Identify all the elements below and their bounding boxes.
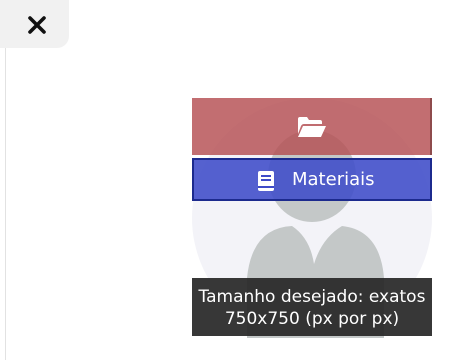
tooltip-line-2: 750x750 (px por px) — [224, 309, 400, 329]
close-icon — [28, 16, 46, 34]
divider — [5, 48, 6, 360]
close-button[interactable] — [0, 0, 69, 48]
tooltip-line-1: Tamanho desejado: exatos — [198, 287, 426, 307]
upload-photo-button[interactable] — [192, 98, 432, 155]
folder-open-icon — [298, 117, 326, 137]
book-icon — [258, 171, 274, 191]
photo-upload-dialog: Materiais Tamanho desejado: exatos 750x7… — [0, 0, 464, 360]
materials-button[interactable]: Materiais — [192, 158, 432, 201]
materials-button-label: Materiais — [292, 169, 375, 190]
size-requirement-tooltip: Tamanho desejado: exatos 750x750 (px por… — [192, 278, 432, 336]
